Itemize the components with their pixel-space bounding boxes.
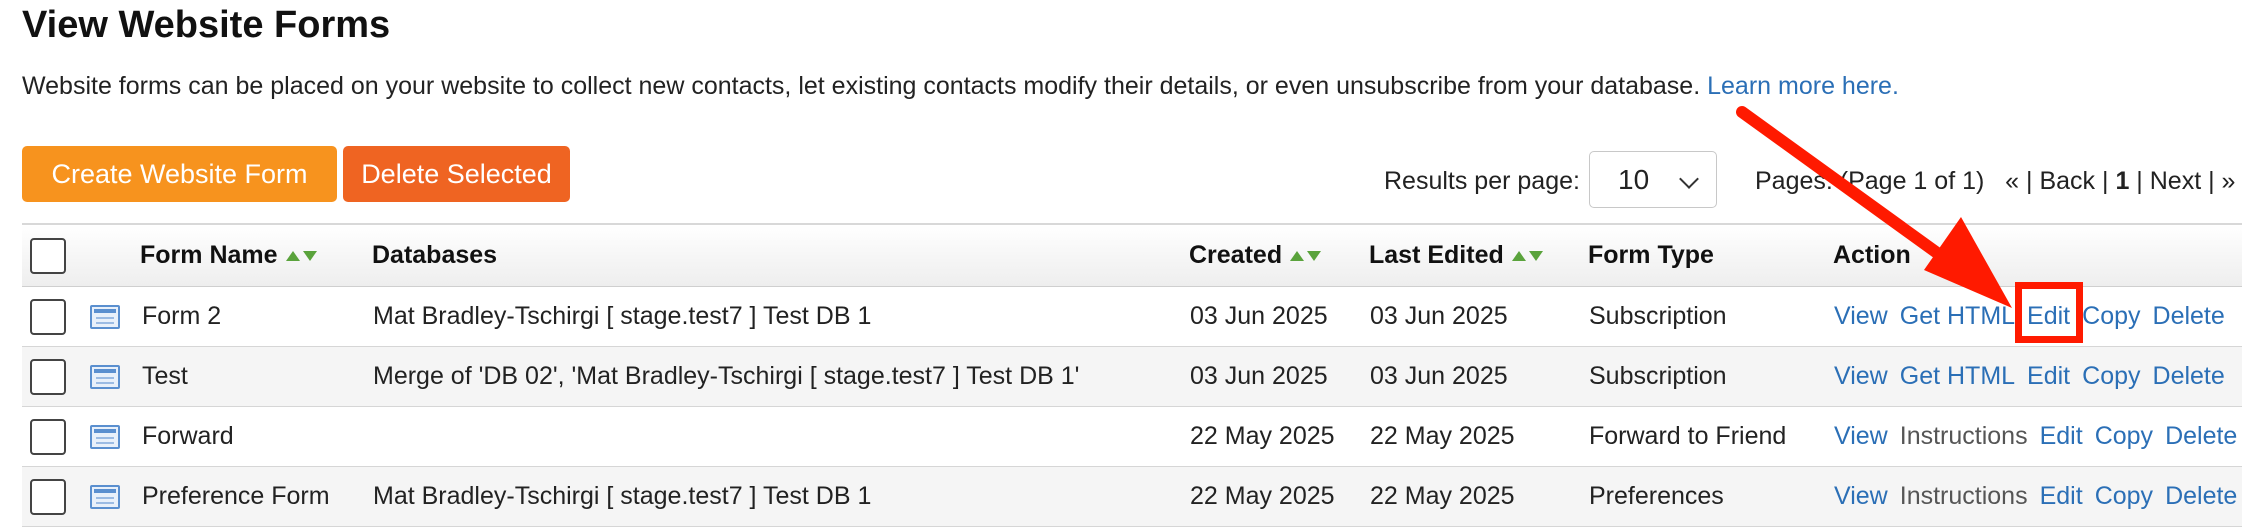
annotation-arrow	[1736, 106, 2012, 308]
edit-highlight-box	[2015, 282, 2083, 343]
